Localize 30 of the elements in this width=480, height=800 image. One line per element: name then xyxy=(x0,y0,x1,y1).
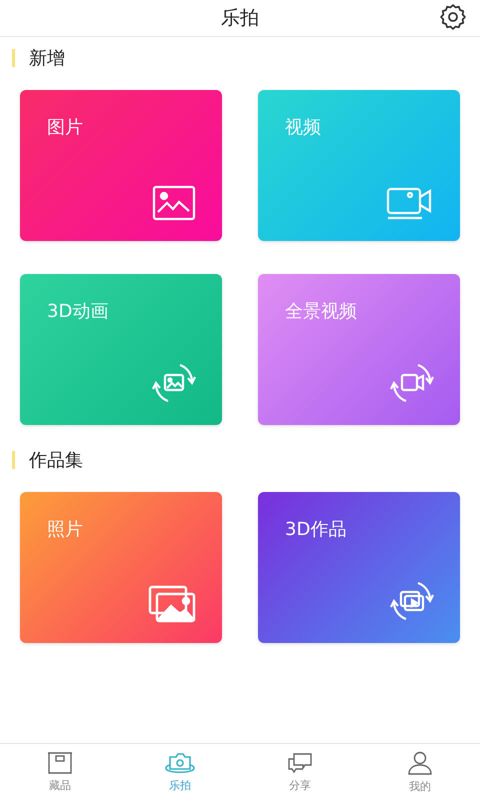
settings-icon[interactable] xyxy=(438,2,468,32)
person-icon xyxy=(407,750,433,774)
section-title: 新增 xyxy=(29,47,65,70)
chat-icon xyxy=(287,752,313,774)
camera-icon xyxy=(163,752,197,774)
card-label: 照片 xyxy=(47,518,83,541)
card-label: 3D作品 xyxy=(285,518,346,541)
image-icon xyxy=(152,185,196,221)
nav-tab[interactable]: 藏品 xyxy=(0,744,120,800)
card-label: 3D动画 xyxy=(47,300,108,323)
card-label: 视频 xyxy=(285,116,321,139)
rotating-image-icon xyxy=(152,361,196,405)
category-card[interactable]: 图片 xyxy=(20,90,222,241)
video-camera-icon xyxy=(386,185,434,221)
category-card[interactable]: 全景视频 xyxy=(258,274,460,425)
card-label: 全景视频 xyxy=(285,300,357,323)
section-title: 作品集 xyxy=(29,449,83,472)
page-title: 乐拍 xyxy=(221,6,259,31)
card-label: 图片 xyxy=(47,116,83,139)
rotating-video-icon xyxy=(390,361,434,405)
nav-tab[interactable]: 分享 xyxy=(240,744,360,800)
nav-tab[interactable]: 我的 xyxy=(360,744,480,800)
box-icon xyxy=(47,752,73,774)
category-card[interactable]: 3D作品 xyxy=(258,492,460,643)
category-card[interactable]: 3D动画 xyxy=(20,274,222,425)
nav-tab[interactable]: 乐拍 xyxy=(120,744,240,800)
rotating-play-icon xyxy=(390,579,434,623)
category-card[interactable]: 视频 xyxy=(258,90,460,241)
category-card[interactable]: 照片 xyxy=(20,492,222,643)
photos-icon xyxy=(148,585,196,623)
